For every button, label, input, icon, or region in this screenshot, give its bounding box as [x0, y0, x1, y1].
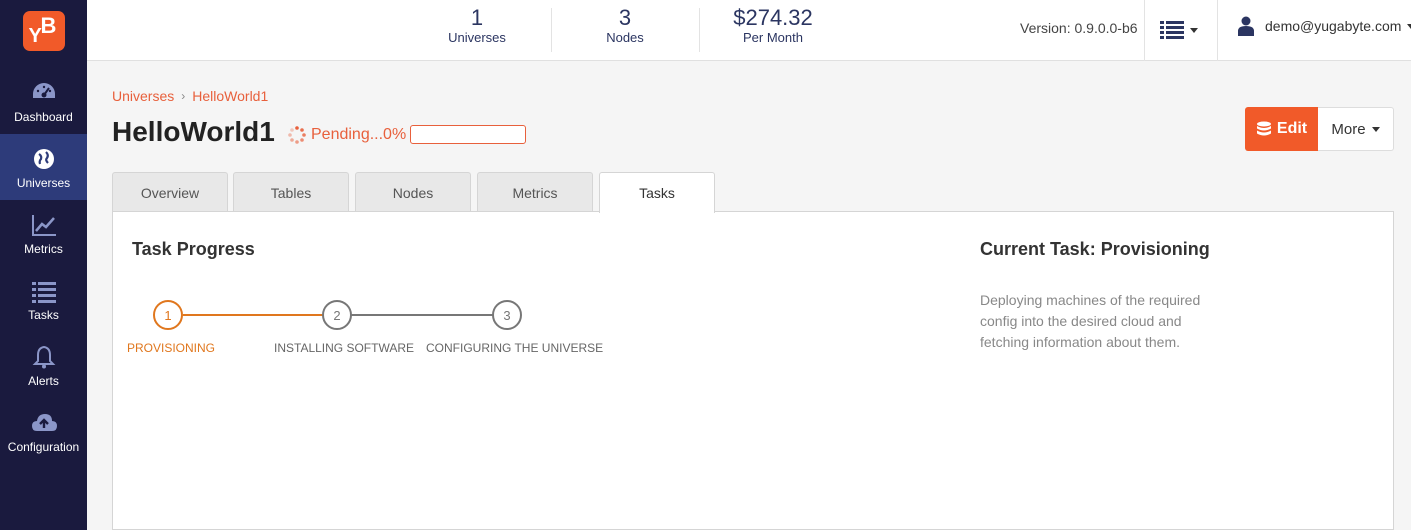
- universes-stat: 1 Universes: [427, 6, 527, 46]
- user-icon: [1238, 16, 1254, 36]
- sidebar-item-alerts[interactable]: Alerts: [0, 332, 87, 398]
- list-icon: [31, 282, 56, 303]
- database-icon: [1256, 121, 1271, 136]
- breadcrumb-universes-link[interactable]: Universes: [112, 88, 174, 104]
- stat-value: $274.32: [733, 5, 813, 30]
- breadcrumb: Universes › HelloWorld1: [112, 88, 268, 104]
- progress-bar: [410, 125, 527, 144]
- sidebar-item-label: Configuration: [7, 440, 80, 454]
- step-3-label: CONFIGURING THE UNIVERSE: [426, 341, 604, 355]
- top-bar: 1 Universes 3 Nodes $274.32 Per Month Ve…: [87, 0, 1411, 61]
- list-icon: [1160, 21, 1184, 39]
- tab-tables[interactable]: Tables: [233, 172, 349, 212]
- sidebar-item-configuration[interactable]: Configuration: [0, 398, 87, 464]
- edit-button[interactable]: Edit: [1245, 107, 1318, 151]
- stat-label: Per Month: [743, 30, 803, 45]
- dashboard-icon: [32, 83, 55, 98]
- current-task-description: Deploying machines of the required confi…: [980, 292, 1201, 350]
- sidebar-item-universes[interactable]: Universes: [0, 134, 87, 200]
- more-button[interactable]: More: [1318, 107, 1394, 151]
- pending-text: Pending...0%: [311, 125, 407, 143]
- sidebar-item-label: Alerts: [28, 374, 59, 388]
- nodes-stat: 3 Nodes: [575, 6, 675, 46]
- line-chart-icon: [31, 215, 56, 236]
- stat-value: 1: [470, 5, 484, 30]
- divider: [1144, 0, 1145, 61]
- sidebar-item-tasks[interactable]: Tasks: [0, 266, 87, 332]
- step-2-circle: 2: [322, 300, 352, 330]
- logo-container[interactable]: Y B: [0, 0, 87, 61]
- tab-metrics[interactable]: Metrics: [477, 172, 593, 212]
- tasks-panel: Task Progress 1 2 3 PROVISIONING INSTALL…: [112, 211, 1394, 530]
- stat-value: 3: [618, 5, 632, 30]
- cloud-upload-icon: [31, 414, 57, 431]
- tab-label: Metrics: [512, 184, 558, 201]
- edit-label: Edit: [1276, 120, 1308, 137]
- task-list-dropdown[interactable]: [1160, 18, 1204, 42]
- sidebar: Y B Dashboard Universes Metrics Tasks Al…: [0, 0, 87, 530]
- chevron-down-icon: [1407, 23, 1411, 29]
- tab-label: Tables: [270, 184, 312, 201]
- chevron-down-icon: [1371, 126, 1380, 132]
- sidebar-item-label: Metrics: [24, 242, 63, 256]
- task-progress-title: Task Progress: [132, 239, 255, 259]
- divider: [699, 8, 700, 52]
- tab-label: Overview: [140, 184, 200, 201]
- breadcrumb-separator: ›: [181, 89, 186, 103]
- step-3-circle: 3: [492, 300, 522, 330]
- step-connector-2: [351, 314, 493, 316]
- stat-label: Universes: [448, 30, 506, 45]
- breadcrumb-current-link[interactable]: HelloWorld1: [192, 88, 268, 104]
- sidebar-item-dashboard[interactable]: Dashboard: [0, 68, 87, 134]
- tab-nodes[interactable]: Nodes: [355, 172, 471, 212]
- step-1-circle: 1: [153, 300, 183, 330]
- sidebar-item-label: Dashboard: [14, 110, 73, 124]
- user-email: demo@yugabyte.com: [1265, 18, 1402, 34]
- tab-label: Tasks: [639, 185, 675, 201]
- divider: [551, 8, 552, 52]
- tab-tasks[interactable]: Tasks: [599, 172, 715, 213]
- chevron-down-icon: [1190, 27, 1198, 33]
- yugabyte-logo: Y B: [22, 10, 65, 51]
- version-label: Version: 0.9.0.0-b6: [1020, 20, 1138, 36]
- cost-stat: $274.32 Per Month: [713, 6, 833, 46]
- sidebar-item-label: Tasks: [28, 308, 59, 322]
- sidebar-item-label: Universes: [16, 176, 71, 190]
- divider: [1217, 0, 1218, 61]
- step-1-label: PROVISIONING: [127, 341, 216, 355]
- spinner-icon: [288, 125, 306, 144]
- page-title: HelloWorld1: [112, 116, 275, 147]
- pending-status: Pending...0%: [288, 125, 527, 144]
- user-menu[interactable]: demo@yugabyte.com: [1237, 16, 1411, 36]
- globe-icon: [33, 149, 54, 169]
- tab-overview[interactable]: Overview: [112, 172, 228, 212]
- step-connector-1: [183, 314, 323, 316]
- bell-icon: [32, 345, 55, 369]
- stat-label: Nodes: [606, 30, 644, 45]
- more-label: More: [1331, 120, 1366, 138]
- sidebar-item-metrics[interactable]: Metrics: [0, 200, 87, 266]
- step-2-label: INSTALLING SOFTWARE: [274, 341, 415, 355]
- tab-label: Nodes: [392, 184, 434, 201]
- current-task-title: Current Task: Provisioning: [980, 239, 1210, 259]
